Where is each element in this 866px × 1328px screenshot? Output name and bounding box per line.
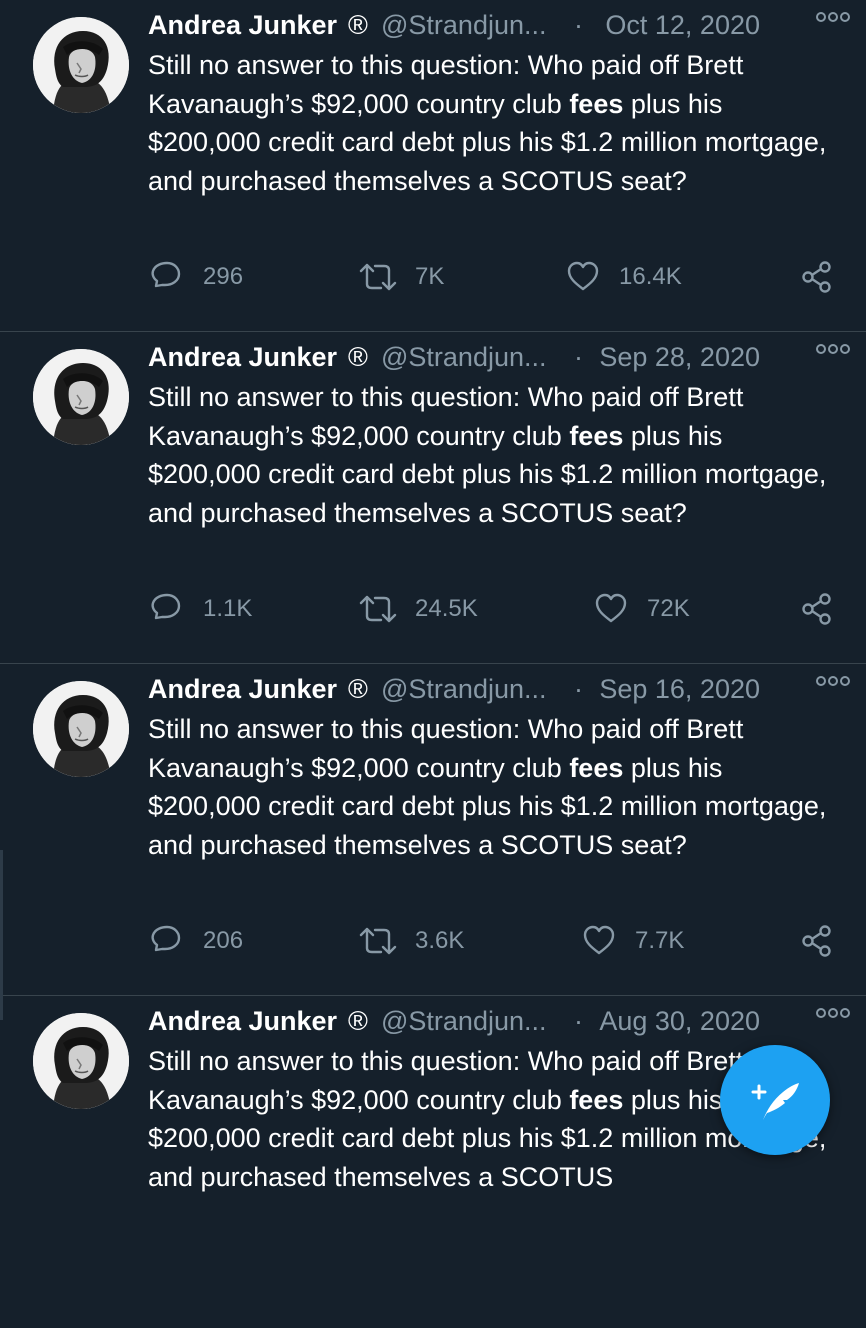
tweet-header: Andrea Junker ® @Strandjun... · Oct 12, … [148,8,848,42]
reply-icon [151,261,181,288]
tweet-item[interactable]: Andrea Junker ® @Strandjun... · Oct 12, … [0,0,866,332]
avatar[interactable] [33,1013,129,1109]
tweet-actions: 206 3.6K 7.7K [148,924,848,958]
tweet-header: Andrea Junker ® @Strandjun... · Sep 28, … [148,340,848,374]
registered-mark: ® [348,674,368,704]
tweet-text-bold: fees [569,752,624,783]
retweet-icon [359,263,397,291]
tweet-header: Andrea Junker ® @Strandjun... · Sep 16, … [148,672,848,706]
separator-dot: · [574,1006,583,1036]
registered-mark: ® [348,1006,368,1036]
separator-dot: · [574,674,583,704]
retweet-icon [359,927,397,955]
more-options-icon[interactable] [816,672,850,690]
tweet-text: Still no answer to this question: Who pa… [148,710,828,864]
tweet-text-bold: fees [569,1084,624,1115]
more-options-icon[interactable] [816,340,850,358]
heart-icon [567,261,599,291]
tweet-text-bold: fees [569,88,624,119]
tweet-actions: 1.1K 24.5K 72K [148,592,848,626]
reply-count: 296 [203,263,244,290]
heart-icon [595,593,627,623]
retweet-count: 7K [415,263,445,290]
author-name[interactable]: Andrea Junker [148,1004,337,1038]
reply-count: 206 [203,927,244,954]
share-icon [802,593,831,625]
tweet-date[interactable]: Sep 16, 2020 [599,672,760,706]
author-handle[interactable]: @Strandjun... [381,672,547,706]
heart-icon [583,925,615,955]
tweet-actions: 296 7K 16.4K [148,260,848,294]
avatar-photo [33,1013,129,1109]
retweet-count: 24.5K [415,595,478,622]
tweet-date[interactable]: Aug 30, 2020 [599,1004,760,1038]
author-handle[interactable]: @Strandjun... [381,340,547,374]
tweet-text: Still no answer to this question: Who pa… [148,46,828,200]
separator-dot: · [574,10,583,40]
like-count: 72K [647,595,690,622]
author-name[interactable]: Andrea Junker [148,8,337,42]
like-count: 16.4K [619,263,682,290]
more-options-icon[interactable] [816,1004,850,1022]
author-handle[interactable]: @Strandjun... [381,8,547,42]
reply-icon [151,925,181,952]
avatar[interactable] [33,17,129,113]
tweet-text: Still no answer to this question: Who pa… [148,378,828,532]
scroll-indicator [0,850,3,1020]
avatar-photo [33,681,129,777]
registered-mark: ® [348,10,368,40]
tweet-item[interactable]: Andrea Junker ® @Strandjun... · Sep 16, … [0,664,866,996]
tweet-header: Andrea Junker ® @Strandjun... · Aug 30, … [148,1004,848,1038]
share-icon [802,261,831,293]
separator-dot: · [574,342,583,372]
tweet-date[interactable]: Oct 12, 2020 [605,8,760,42]
retweet-count: 3.6K [415,927,465,954]
avatar-photo [33,17,129,113]
reply-count: 1.1K [203,595,253,622]
reply-icon [151,593,181,620]
author-name[interactable]: Andrea Junker [148,672,337,706]
compose-tweet-icon [751,1083,799,1120]
author-handle[interactable]: @Strandjun... [381,1004,547,1038]
share-icon [802,925,831,957]
tweet-text-bold: fees [569,420,624,451]
more-options-icon[interactable] [816,8,850,26]
avatar[interactable] [33,349,129,445]
avatar[interactable] [33,681,129,777]
tweet-item[interactable]: Andrea Junker ® @Strandjun... · Aug 30, … [0,996,866,1328]
author-name[interactable]: Andrea Junker [148,340,337,374]
avatar-photo [33,349,129,445]
retweet-icon [359,595,397,623]
registered-mark: ® [348,342,368,372]
tweet-item[interactable]: Andrea Junker ® @Strandjun... · Sep 28, … [0,332,866,664]
compose-tweet-button[interactable] [720,1045,830,1155]
like-count: 7.7K [635,927,685,954]
tweet-date[interactable]: Sep 28, 2020 [599,340,760,374]
